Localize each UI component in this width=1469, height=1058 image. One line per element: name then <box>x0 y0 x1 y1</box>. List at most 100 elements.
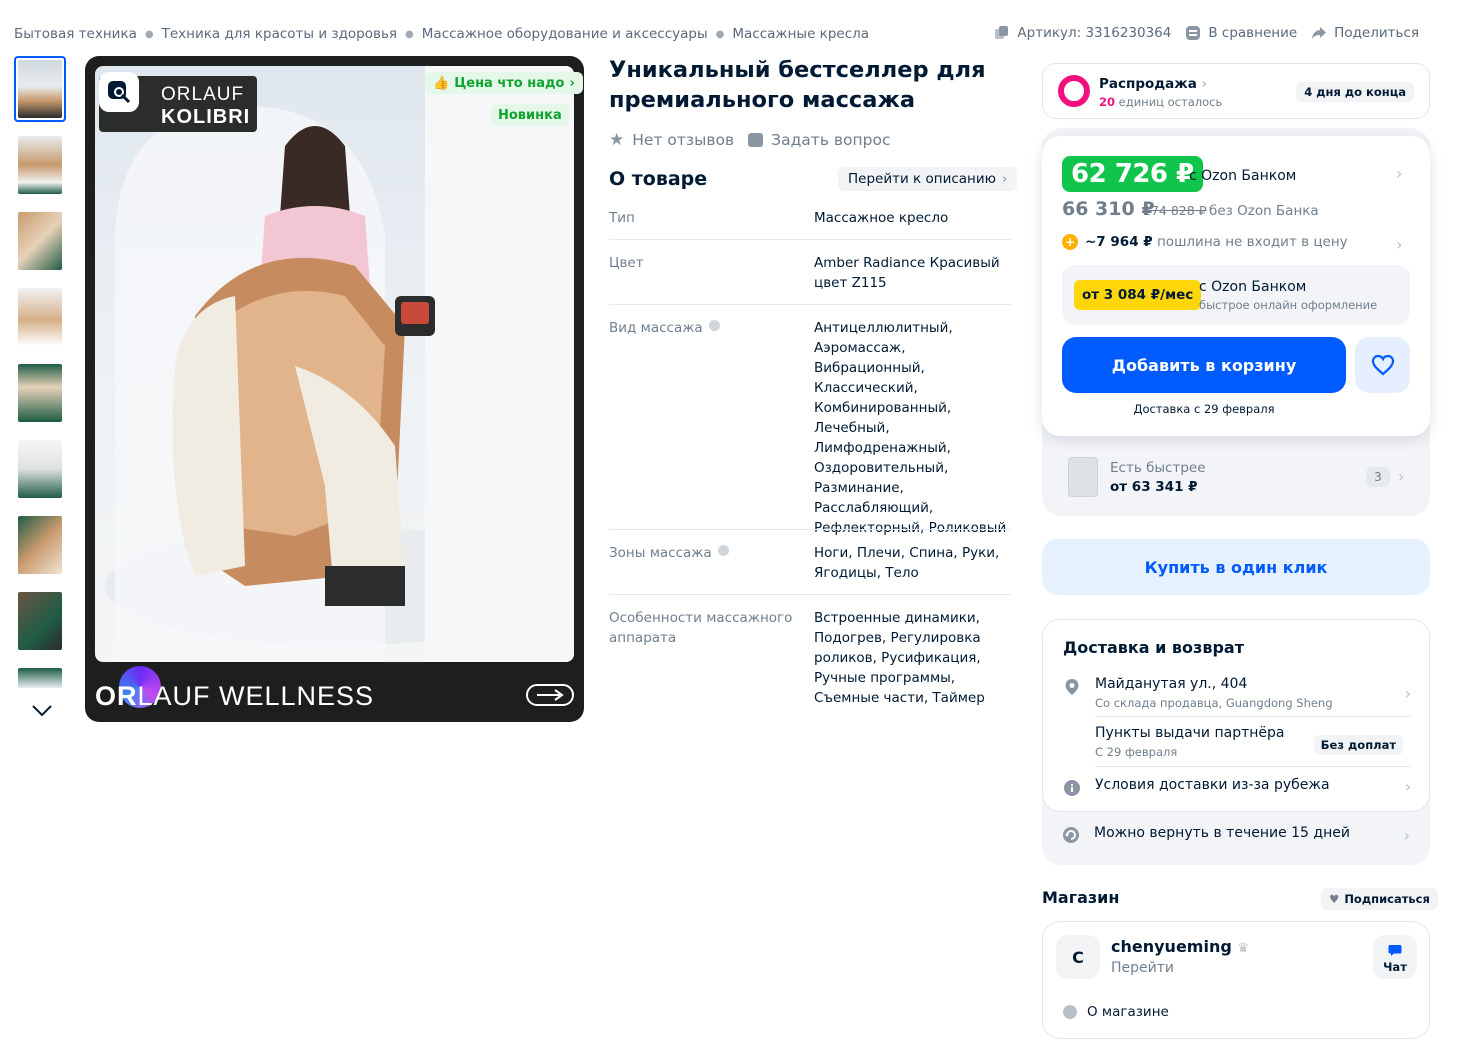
chevron-right-icon[interactable]: › <box>1396 164 1402 183</box>
sale-remaining: 20 единиц осталось <box>1099 95 1222 109</box>
breadcrumb-item[interactable]: Массажное оборудование и аксессуары <box>422 26 708 42</box>
thumbnail[interactable] <box>14 284 66 350</box>
reviews-link[interactable]: ★ Нет отзывов <box>609 130 734 150</box>
share-button[interactable]: Поделиться <box>1311 25 1419 41</box>
subscribe-button[interactable]: ♥ Подписаться <box>1321 888 1438 910</box>
divider <box>609 304 1011 305</box>
footer-brand-bold: OR <box>95 681 138 711</box>
spec-value: Amber Radiance Красивый цвет Z115 <box>814 255 1000 291</box>
ask-question-label: Задать вопрос <box>771 131 891 149</box>
abroad-delivery-row[interactable]: Условия доставки из-за рубежа › <box>1063 777 1411 801</box>
duty-row[interactable]: + ~7 964 ₽ пошлина не входит в цену <box>1062 234 1348 250</box>
crown-icon: ♛ <box>1237 941 1250 956</box>
thumbnail[interactable] <box>14 436 66 502</box>
return-row[interactable]: Можно вернуть в течение 15 дней › <box>1062 824 1410 848</box>
duty-text: ~7 964 ₽ пошлина не входит в цену <box>1085 234 1348 250</box>
next-image-button[interactable] <box>526 684 574 706</box>
installment-block[interactable]: от 3 084 ₽/мес с Ozon Банком быстрое онл… <box>1062 265 1410 325</box>
shop-name[interactable]: chenyueming ♛ <box>1111 937 1249 956</box>
favorite-button[interactable] <box>1355 337 1410 393</box>
about-shop-link[interactable]: О магазине <box>1063 1004 1169 1020</box>
divider <box>609 239 1011 240</box>
chevron-right-icon: › <box>1404 684 1411 703</box>
good-price-badge[interactable]: 👍 Цена что надо › <box>425 72 583 94</box>
thumbnail[interactable] <box>14 208 66 274</box>
thumbs-up-icon: 👍 <box>433 75 450 91</box>
star-icon: ★ <box>609 130 625 150</box>
installment-subtitle: быстрое онлайн оформление <box>1199 298 1378 312</box>
spec-value: Встроенные динамики, Подогрев, Регулиров… <box>814 610 985 706</box>
sale-card[interactable]: Распродажа › 20 единиц осталось 4 дня до… <box>1042 63 1430 119</box>
divider <box>1095 766 1411 767</box>
sale-title: Распродажа › <box>1099 76 1207 92</box>
share-label: Поделиться <box>1334 25 1419 41</box>
thumbnail[interactable] <box>14 512 66 578</box>
compare-icon <box>1186 26 1201 40</box>
goto-description-button[interactable]: Перейти к описанию › <box>838 167 1018 191</box>
info-icon[interactable] <box>717 545 729 556</box>
shop-name-label: chenyueming <box>1111 937 1232 956</box>
shop-card: C chenyueming ♛ Перейти Чат О магазине <box>1042 921 1430 1039</box>
compare-button[interactable]: В сравнение <box>1185 25 1297 41</box>
goto-description-label: Перейти к описанию <box>848 171 996 187</box>
thumbnail[interactable] <box>14 588 66 654</box>
delivery-address-row[interactable]: Майданутая ул., 404 Со склада продавца, … <box>1063 676 1411 716</box>
question-icon <box>748 133 764 147</box>
installment-title: с Ozon Банком <box>1199 279 1307 295</box>
main-product-image[interactable]: ORLAUF KOLIBRI 👍 Цена что надо › Новинка… <box>85 56 584 722</box>
new-badge: Новинка <box>491 104 569 126</box>
image-search-button[interactable] <box>99 72 139 112</box>
breadcrumb-item[interactable]: Массажные кресла <box>732 26 869 42</box>
ozon-bank-label: с Ozon Банком <box>1189 168 1297 184</box>
rating-row: ★ Нет отзывов Задать вопрос <box>609 130 891 150</box>
spec-key-label: Зоны массажа <box>609 545 712 561</box>
return-label: Можно вернуть в течение 15 дней <box>1094 825 1350 841</box>
spec-key: Тип <box>609 210 635 226</box>
price-card: 62 726 ₽ с Ozon Банком › 66 310 ₽ 174 82… <box>1042 136 1430 436</box>
installment-badge: от 3 084 ₽/мес <box>1074 280 1202 310</box>
about-heading: О товаре <box>609 168 708 190</box>
share-icon <box>1312 27 1327 39</box>
regular-price: 66 310 ₽ <box>1062 198 1155 220</box>
divider <box>1095 716 1411 717</box>
chevron-right-icon[interactable]: › <box>1396 235 1402 254</box>
duty-amount: ~7 964 ₽ <box>1085 234 1153 250</box>
thumbnail[interactable] <box>14 56 66 122</box>
chevron-down-icon[interactable] <box>30 701 54 721</box>
divider <box>609 529 1011 530</box>
spec-value: Ноги, Плечи, Спина, Руки, Ягодицы, Тело <box>814 545 1000 581</box>
image-search-icon <box>108 81 131 104</box>
thumbnail[interactable] <box>14 664 66 692</box>
article-copy[interactable]: Артикул: 3316230364 <box>994 25 1171 41</box>
breadcrumb-item[interactable]: Бытовая техника <box>14 26 137 42</box>
spec-key: Зоны массажа <box>609 543 799 563</box>
breadcrumb-item[interactable]: Техника для красоты и здоровья <box>162 26 397 42</box>
breadcrumb: Бытовая техника ● Техника для красоты и … <box>14 26 869 42</box>
divider <box>609 594 1011 595</box>
info-icon <box>1063 1005 1077 1019</box>
chat-button[interactable]: Чат <box>1373 935 1417 979</box>
faster-label: Есть быстрее <box>1110 460 1206 476</box>
ask-question-link[interactable]: Задать вопрос <box>748 131 891 149</box>
top-actions: Артикул: 3316230364 В сравнение Поделить… <box>994 25 1419 41</box>
shop-go-link[interactable]: Перейти <box>1111 960 1174 976</box>
thumbnail[interactable] <box>14 132 66 198</box>
massage-chair-illustration <box>105 66 574 662</box>
spec-key: Цвет <box>609 255 644 271</box>
footer-brand-rest: LAUF WELLNESS <box>137 681 375 711</box>
location-pin-icon <box>1065 679 1079 695</box>
info-icon[interactable] <box>708 320 720 331</box>
buy-one-click-button[interactable]: Купить в один клик <box>1042 539 1430 595</box>
add-to-cart-button[interactable]: Добавить в корзину <box>1062 337 1346 393</box>
faster-delivery-row[interactable]: Есть быстрее от 63 341 ₽ 3 › <box>1042 449 1430 509</box>
shop-avatar[interactable]: C <box>1056 935 1100 979</box>
arrow-right-icon <box>537 689 564 701</box>
breadcrumb-separator: ● <box>715 28 725 40</box>
thumbnail[interactable] <box>14 360 66 426</box>
pickup-row[interactable]: Пункты выдачи партнёра С 29 февраля Без … <box>1063 725 1411 765</box>
ozon-bank-price[interactable]: 62 726 ₽ <box>1062 156 1203 192</box>
spec-key: Вид массажа <box>609 318 799 338</box>
image-footer-brand: ORLAUF WELLNESS <box>95 681 374 712</box>
delivery-address: Майданутая ул., 404 <box>1095 676 1248 692</box>
good-price-label: Цена что надо <box>454 75 565 91</box>
